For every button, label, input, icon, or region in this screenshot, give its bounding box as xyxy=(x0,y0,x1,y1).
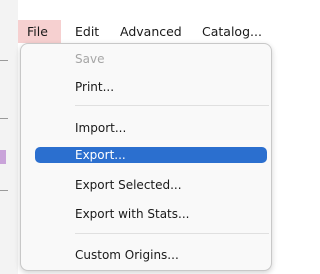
menu-item-import[interactable]: Import... xyxy=(35,117,267,139)
menu-file-label: File xyxy=(27,24,48,39)
menu-bar: File Edit Advanced Catalog... xyxy=(18,19,275,45)
menu-advanced[interactable]: Advanced xyxy=(120,20,182,43)
menu-item-print[interactable]: Print... xyxy=(35,76,267,98)
menu-item-export-selected[interactable]: Export Selected... xyxy=(35,174,267,196)
color-swatch xyxy=(0,150,6,164)
menu-item-label: Print... xyxy=(75,80,115,94)
menu-edit-label: Edit xyxy=(75,24,100,39)
menu-item-label: Save xyxy=(75,52,105,66)
divider-line xyxy=(0,118,8,119)
divider-line xyxy=(0,60,8,61)
divider-line xyxy=(0,190,8,191)
menu-separator xyxy=(75,105,269,106)
menu-catalog[interactable]: Catalog... xyxy=(202,20,262,43)
menu-item-custom-origins[interactable]: Custom Origins... xyxy=(35,244,267,266)
menu-separator xyxy=(75,233,269,234)
menu-item-label: Custom Origins... xyxy=(75,248,179,262)
file-dropdown-menu: Save Print... Import... Export... Export… xyxy=(20,43,272,271)
menu-item-label: Export... xyxy=(75,148,126,162)
menu-item-label: Import... xyxy=(75,121,127,135)
menu-item-export[interactable]: Export... xyxy=(35,147,267,163)
menu-file[interactable]: File xyxy=(18,20,61,43)
menu-edit[interactable]: Edit xyxy=(75,20,99,43)
menu-advanced-label: Advanced xyxy=(120,24,182,39)
menu-catalog-label: Catalog... xyxy=(202,24,262,39)
menu-item-label: Export with Stats... xyxy=(75,207,190,221)
menu-item-label: Export Selected... xyxy=(75,178,182,192)
menu-item-save[interactable]: Save xyxy=(35,48,267,70)
background-window-edge xyxy=(0,0,18,274)
menu-item-export-with-stats[interactable]: Export with Stats... xyxy=(35,203,267,225)
